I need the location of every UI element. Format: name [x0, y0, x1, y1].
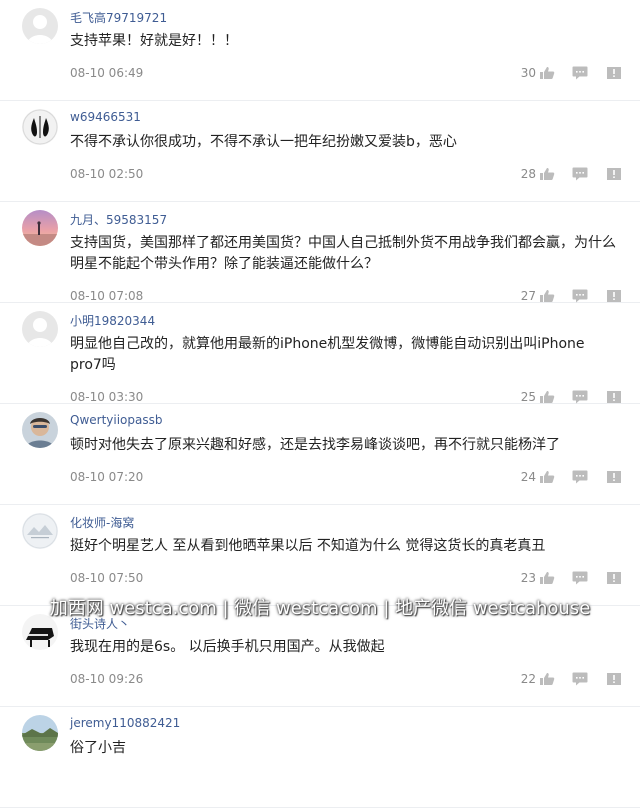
like-count: 24: [520, 470, 536, 484]
like-count: 28: [520, 167, 536, 181]
username-link[interactable]: 毛飞高79719721: [70, 9, 167, 26]
comment-item: 小明19820344 明显他自己改的，就算他用最新的iPhone机型发微博，微博…: [0, 303, 640, 404]
comment-text: 不得不承认你很成功，不得不承认一把年纪扮嫩又爱装b，恶心: [70, 134, 457, 150]
flag-icon[interactable]: [606, 571, 622, 585]
comment-item: w69466531 不得不承认你很成功，不得不承认一把年纪扮嫩又爱装b，恶心 0…: [0, 101, 640, 202]
reply-bubble-icon[interactable]: [572, 66, 588, 80]
comment-time: 08-10 07:08: [70, 289, 144, 303]
flag-icon[interactable]: [606, 167, 622, 181]
thumbs-up-icon: [540, 168, 555, 180]
comment-actions: 22: [517, 672, 622, 686]
username-link[interactable]: 九月、59583157: [70, 211, 167, 228]
reply-bubble-icon[interactable]: [572, 167, 588, 181]
comment-item: Qwertyiiopassb 顿时对他失去了原来兴趣和好感，还是去找李易峰谈谈吧…: [0, 404, 640, 505]
thumbs-up-icon: [540, 471, 555, 483]
username-link[interactable]: 小明19820344: [70, 312, 155, 329]
comment-actions: 23: [517, 571, 622, 585]
flag-icon[interactable]: [606, 672, 622, 686]
comment-time: 08-10 03:30: [70, 390, 144, 404]
flag-icon[interactable]: [606, 289, 622, 303]
comment-actions: 25: [517, 390, 622, 404]
comment-text: 支持国货，美国那样了都还用美国货？中国人自己抵制外货不用战争我们都会赢，为什么明…: [70, 235, 616, 272]
thumbs-up-icon: [540, 67, 555, 79]
comment-text: 挺好个明星艺人 至从看到他晒苹果以后 不知道为什么 觉得这货长的真老真丑: [70, 538, 546, 554]
thumbs-up-icon: [540, 673, 555, 685]
comment-text: 俗了小吉: [70, 740, 126, 756]
comment-actions: 28: [517, 167, 622, 181]
like-count: 22: [520, 672, 536, 686]
flag-icon[interactable]: [606, 66, 622, 80]
like-button[interactable]: 30: [517, 66, 555, 80]
avatar[interactable]: [22, 109, 58, 145]
comment-text: 支持苹果！好就是好！！！: [70, 33, 238, 49]
comment-actions: 24: [517, 470, 622, 484]
comment-item: 毛飞高79719721 支持苹果！好就是好！！！ 08-10 06:49 30: [0, 0, 640, 101]
like-button[interactable]: 24: [517, 470, 555, 484]
comment-item: 九月、59583157 支持国货，美国那样了都还用美国货？中国人自己抵制外货不用…: [0, 202, 640, 303]
flag-icon[interactable]: [606, 470, 622, 484]
watermark-text: 加西网 westca.com | 微信 westcacom | 地产微信 wes…: [49, 598, 591, 619]
thumbs-up-icon: [540, 290, 555, 302]
like-button[interactable]: 27: [517, 289, 555, 303]
flag-icon[interactable]: [606, 390, 622, 404]
like-count: 30: [520, 66, 536, 80]
reply-bubble-icon[interactable]: [572, 390, 588, 404]
like-button[interactable]: 23: [517, 571, 555, 585]
comment-time: 08-10 09:26: [70, 672, 144, 686]
comment-time: 08-10 07:20: [70, 470, 144, 484]
avatar[interactable]: [22, 210, 58, 246]
comment-item: 街头诗人丶 我现在用的是6s。 以后换手机只用国产。从我做起 08-10 09:…: [0, 606, 640, 707]
avatar[interactable]: [22, 513, 58, 549]
username-link[interactable]: 化妆师-海窝: [70, 514, 134, 531]
like-count: 23: [520, 571, 536, 585]
comment-actions: 27: [517, 289, 622, 303]
reply-bubble-icon[interactable]: [572, 571, 588, 585]
avatar[interactable]: [22, 8, 58, 44]
username-link[interactable]: jeremy110882421: [70, 716, 180, 730]
comment-text: 明显他自己改的，就算他用最新的iPhone机型发微博，微博能自动识别出叫iPho…: [70, 336, 585, 373]
thumbs-up-icon: [540, 572, 555, 584]
reply-bubble-icon[interactable]: [572, 672, 588, 686]
reply-bubble-icon[interactable]: [572, 470, 588, 484]
like-count: 25: [520, 390, 536, 404]
comment-time: 08-10 07:50: [70, 571, 144, 585]
avatar[interactable]: [22, 715, 58, 751]
like-button[interactable]: 22: [517, 672, 555, 686]
comment-list: 毛飞高79719721 支持苹果！好就是好！！！ 08-10 06:49 30 …: [0, 0, 640, 808]
comment-time: 08-10 06:49: [70, 66, 144, 80]
comment-item: jeremy110882421 俗了小吉: [0, 707, 640, 808]
comment-text: 顿时对他失去了原来兴趣和好感，还是去找李易峰谈谈吧，再不行就只能杨洋了: [70, 437, 560, 453]
avatar[interactable]: [22, 412, 58, 448]
comment-time: 08-10 02:50: [70, 167, 144, 181]
avatar[interactable]: [22, 311, 58, 347]
like-button[interactable]: 28: [517, 167, 555, 181]
like-count: 27: [520, 289, 536, 303]
like-button[interactable]: 25: [517, 390, 555, 404]
username-link[interactable]: Qwertyiiopassb: [70, 413, 162, 427]
comment-text: 我现在用的是6s。 以后换手机只用国产。从我做起: [70, 639, 385, 655]
reply-bubble-icon[interactable]: [572, 289, 588, 303]
username-link[interactable]: w69466531: [70, 110, 141, 124]
comment-item: 化妆师-海窝 挺好个明星艺人 至从看到他晒苹果以后 不知道为什么 觉得这货长的真…: [0, 505, 640, 606]
thumbs-up-icon: [540, 391, 555, 403]
comment-actions: 30: [517, 66, 622, 80]
